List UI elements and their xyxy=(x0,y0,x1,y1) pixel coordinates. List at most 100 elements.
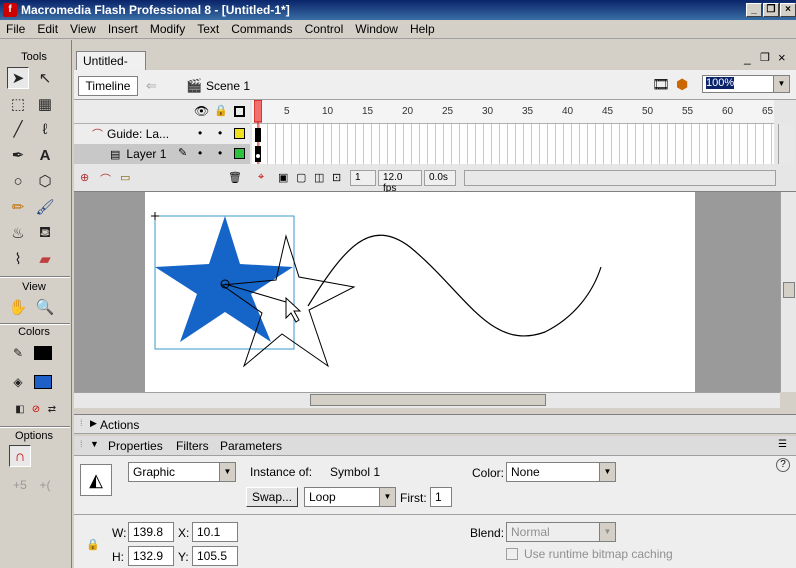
paint-bucket-tool-icon[interactable]: ⛾ xyxy=(34,222,56,244)
add-layer-icon[interactable]: ⊕ xyxy=(80,171,89,184)
oval-tool-icon[interactable]: ○ xyxy=(7,170,29,192)
menu-window[interactable]: Window xyxy=(349,22,404,36)
layer-name[interactable]: Layer 1 xyxy=(126,147,166,161)
document-tab[interactable]: Untitled-1* xyxy=(76,51,146,82)
help-icon[interactable]: ? xyxy=(776,458,790,472)
frame-ruler[interactable]: 1 5 10 15 20 25 30 35 40 45 50 55 60 65 xyxy=(252,100,774,124)
menu-insert[interactable]: Insert xyxy=(102,22,144,36)
playhead[interactable] xyxy=(254,100,262,164)
text-tool-icon[interactable]: A xyxy=(34,144,56,166)
expand-arrow-icon[interactable]: ▶ xyxy=(90,418,97,429)
back-arrow-icon[interactable]: ⇐ xyxy=(146,78,157,94)
pen-tool-icon[interactable]: ✒ xyxy=(7,144,29,166)
chevron-down-icon[interactable]: ▼ xyxy=(219,463,235,481)
zoom-tool-icon[interactable]: 🔍 xyxy=(34,296,56,318)
flash-app-icon[interactable]: f xyxy=(3,3,17,17)
smooth-icon[interactable]: +5 xyxy=(9,474,31,496)
add-folder-icon[interactable]: ▭ xyxy=(120,171,130,184)
y-input[interactable]: 105.5 xyxy=(192,546,238,566)
symbol-type-select[interactable]: Graphic ▼ xyxy=(128,462,236,482)
blend-select[interactable]: Normal ▼ xyxy=(506,522,616,542)
minimize-icon[interactable]: _ xyxy=(746,3,762,17)
selection-tool-icon[interactable]: ➤ xyxy=(7,67,29,89)
tab-filters[interactable]: Filters xyxy=(176,439,209,453)
add-guide-icon[interactable]: ⌒ xyxy=(100,171,111,187)
height-input[interactable]: 132.9 xyxy=(128,546,174,566)
color-effect-select[interactable]: None ▼ xyxy=(506,462,616,482)
edit-symbols-icon[interactable]: ⬢ xyxy=(676,76,688,93)
x-input[interactable]: 10.1 xyxy=(192,522,238,542)
hscroll-thumb[interactable] xyxy=(310,394,546,406)
zoom-dropdown-icon[interactable]: ▼ xyxy=(773,76,789,92)
guide-frames-row[interactable] xyxy=(252,124,774,144)
collapse-arrow-icon[interactable]: ▼ xyxy=(90,439,99,449)
layer-color-box[interactable] xyxy=(234,128,245,139)
menu-edit[interactable]: Edit xyxy=(31,22,64,36)
lock-icon[interactable]: 🔒 xyxy=(214,104,228,117)
doc-minimize-icon[interactable]: _ xyxy=(744,51,751,65)
onion-skin-icon[interactable]: ▣ xyxy=(278,171,288,184)
tab-parameters[interactable]: Parameters xyxy=(220,439,282,453)
stage-hscroll[interactable] xyxy=(74,392,780,408)
stage-pasteboard[interactable] xyxy=(74,192,780,392)
chevron-down-icon[interactable]: ▼ xyxy=(599,523,615,541)
stage-vscroll[interactable] xyxy=(780,192,796,392)
layer-color-box[interactable] xyxy=(234,148,245,159)
fill-color-swatch[interactable] xyxy=(34,375,52,389)
layer1-frames-row[interactable] xyxy=(252,144,774,164)
timeline-hscroll[interactable] xyxy=(464,170,776,186)
layer-name[interactable]: Guide: La... xyxy=(107,127,169,141)
outline-icon[interactable] xyxy=(234,106,245,117)
menu-modify[interactable]: Modify xyxy=(144,22,191,36)
chevron-down-icon[interactable]: ▼ xyxy=(379,488,395,506)
stroke-color-swatch[interactable] xyxy=(34,346,52,360)
gradient-transform-tool-icon[interactable]: ▦ xyxy=(34,93,56,115)
timeline-vscroll[interactable] xyxy=(778,124,794,164)
bitmap-caching-checkbox[interactable] xyxy=(506,548,518,560)
onion-outlines-icon[interactable]: ▢ xyxy=(296,171,306,184)
frames-area[interactable]: 1 5 10 15 20 25 30 35 40 45 50 55 60 65 xyxy=(252,100,774,164)
brush-tool-icon[interactable]: 🖌 xyxy=(34,196,56,218)
swap-colors-icon[interactable]: ⇄ xyxy=(41,398,63,420)
swap-button[interactable]: Swap... xyxy=(246,487,298,507)
vscroll-thumb[interactable] xyxy=(783,282,795,298)
first-frame-input[interactable]: 1 xyxy=(430,487,452,507)
delete-layer-icon[interactable]: 🗑 xyxy=(228,171,242,184)
eraser-tool-icon[interactable]: ▰ xyxy=(34,248,56,270)
snap-magnet-icon[interactable]: ∩ xyxy=(9,445,31,467)
onion-markers-icon[interactable]: ⊡ xyxy=(332,171,341,184)
center-frame-icon[interactable]: ⌖ xyxy=(258,171,264,184)
constrain-lock-icon[interactable]: 🔒 xyxy=(86,538,100,551)
layer-row-layer1[interactable]: ▤ Layer 1 ✎ • • xyxy=(74,144,250,164)
polystar-tool-icon[interactable]: ⬡ xyxy=(34,170,56,192)
ink-bottle-tool-icon[interactable]: ♨ xyxy=(7,222,29,244)
tab-properties[interactable]: Properties xyxy=(108,439,163,453)
restore-icon[interactable]: ❐ xyxy=(763,3,779,17)
menu-commands[interactable]: Commands xyxy=(225,22,298,36)
panel-menu-icon[interactable]: ☰ xyxy=(778,439,787,450)
menu-file[interactable]: File xyxy=(0,22,31,36)
stage[interactable] xyxy=(145,192,695,392)
eyedropper-tool-icon[interactable]: ⌇ xyxy=(7,248,29,270)
layer-row-guide[interactable]: ⌒ Guide: La... • • xyxy=(74,124,250,144)
menu-control[interactable]: Control xyxy=(299,22,350,36)
actions-panel-bar[interactable]: ⁞ ▶ Actions xyxy=(74,414,796,434)
straighten-icon[interactable]: +( xyxy=(34,474,56,496)
width-input[interactable]: 139.8 xyxy=(128,522,174,542)
doc-close-icon[interactable]: × xyxy=(778,50,786,65)
free-transform-tool-icon[interactable]: ⬚ xyxy=(7,93,29,115)
chevron-down-icon[interactable]: ▼ xyxy=(599,463,615,481)
menu-help[interactable]: Help xyxy=(404,22,441,36)
edit-scene-icon[interactable]: 🎞 xyxy=(652,76,670,93)
lasso-tool-icon[interactable]: ℓ xyxy=(34,118,56,140)
zoom-input[interactable]: 100% ▼ xyxy=(702,75,790,93)
subselection-tool-icon[interactable]: ↖ xyxy=(34,67,56,89)
edit-multiple-icon[interactable]: ◫ xyxy=(314,171,324,184)
timeline-button[interactable]: Timeline xyxy=(78,76,138,96)
stage-canvas[interactable] xyxy=(145,192,695,392)
close-icon[interactable]: × xyxy=(780,3,796,17)
menu-text[interactable]: Text xyxy=(191,22,225,36)
loop-select[interactable]: Loop ▼ xyxy=(304,487,396,507)
doc-restore-icon[interactable]: ❐ xyxy=(760,51,770,64)
hand-tool-icon[interactable]: ✋ xyxy=(7,296,29,318)
